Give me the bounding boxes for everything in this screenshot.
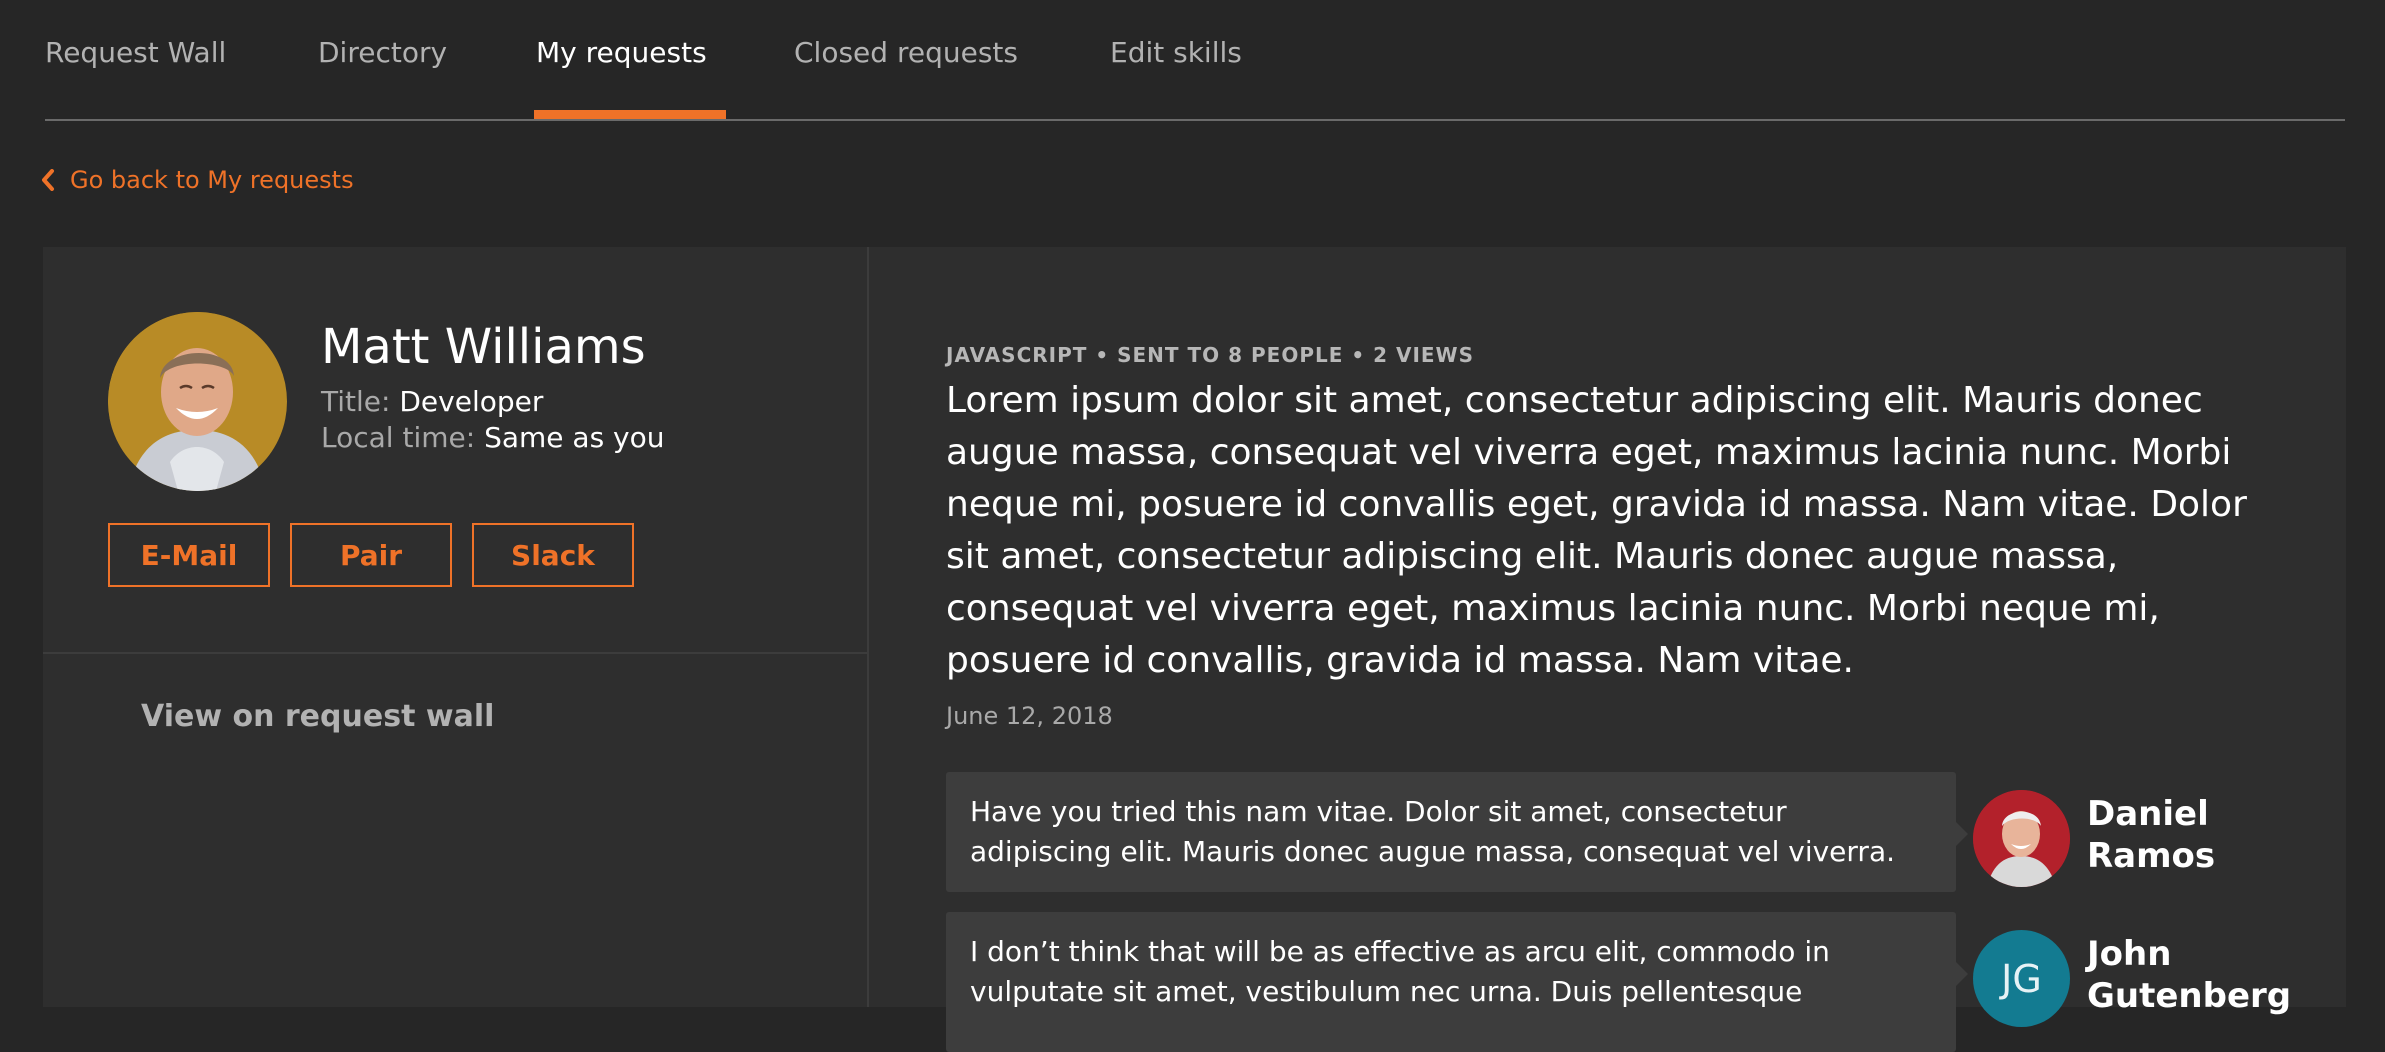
- pair-button[interactable]: Pair: [290, 523, 452, 587]
- local-time-label: Local time:: [321, 421, 476, 454]
- request-meta: JAVASCRIPT • SENT TO 8 PEOPLE • 2 VIEWS: [946, 343, 1475, 367]
- reply-text: I don’t think that will be as effective …: [970, 935, 1830, 1008]
- profile-name: Matt Williams: [321, 319, 646, 375]
- reply-avatar-initials: JG: [1973, 930, 2070, 1027]
- request-detail-panel: Matt Williams Title: Developer Local tim…: [43, 247, 2346, 1052]
- reply-bubble: I don’t think that will be as effective …: [946, 912, 1968, 1052]
- tab-directory[interactable]: Directory: [318, 36, 447, 69]
- chevron-left-icon: [42, 169, 54, 191]
- reply-text: Have you tried this nam vitae. Dolor sit…: [970, 795, 1895, 868]
- active-tab-indicator: [534, 110, 726, 119]
- slack-button[interactable]: Slack: [472, 523, 634, 587]
- tab-closed-requests[interactable]: Closed requests: [794, 36, 1018, 69]
- person-photo-icon: [1973, 790, 2070, 887]
- reply-author[interactable]: Daniel Ramos: [2087, 793, 2307, 877]
- view-on-request-wall-link[interactable]: View on request wall: [141, 699, 494, 734]
- title-value: Developer: [399, 385, 544, 418]
- person-photo-icon: [108, 312, 286, 491]
- request-text: Lorem ipsum dolor sit amet, consectetur …: [946, 380, 2247, 681]
- profile-local-time: Local time: Same as you: [321, 421, 665, 454]
- title-label: Title:: [321, 385, 391, 418]
- avatar: [108, 312, 287, 491]
- request-date: June 12, 2018: [946, 702, 1113, 730]
- back-link-label: Go back to My requests: [70, 166, 354, 194]
- tab-request-wall[interactable]: Request Wall: [45, 36, 226, 69]
- divider: [43, 652, 869, 654]
- profile-title: Title: Developer: [321, 385, 543, 418]
- tab-my-requests[interactable]: My requests: [536, 36, 707, 69]
- top-nav: Request Wall Directory My requests Close…: [45, 0, 2345, 121]
- local-time-value: Same as you: [484, 421, 665, 454]
- back-link[interactable]: Go back to My requests: [40, 166, 354, 194]
- reply-bubble: Have you tried this nam vitae. Dolor sit…: [946, 772, 1968, 892]
- reply-author[interactable]: John Gutenberg: [2087, 933, 2307, 1017]
- profile-column: Matt Williams Title: Developer Local tim…: [43, 247, 869, 1007]
- tab-edit-skills[interactable]: Edit skills: [1110, 36, 1242, 69]
- email-button[interactable]: E-Mail: [108, 523, 270, 587]
- reply-avatar: [1973, 790, 2070, 887]
